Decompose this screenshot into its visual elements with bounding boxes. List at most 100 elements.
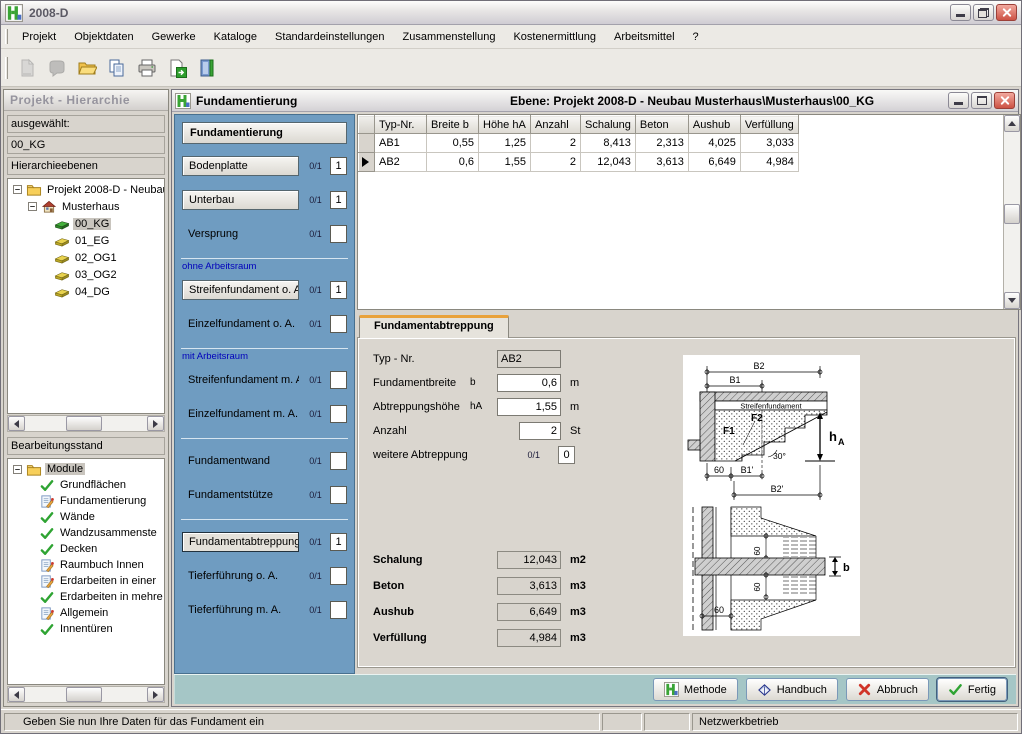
close-button[interactable] bbox=[996, 4, 1017, 21]
module-count-streifenfundament-m-a[interactable] bbox=[330, 371, 347, 389]
module-label-streifenfundament-m-a[interactable]: Streifenfundament m. A. bbox=[182, 374, 299, 386]
scroll-right-button[interactable] bbox=[147, 687, 164, 702]
input-typ-nr[interactable] bbox=[497, 350, 561, 368]
status-tree-hscrollbar[interactable] bbox=[7, 686, 165, 703]
tree-item-projekt-2008-d-neubau[interactable]: Projekt 2008-D - Neubau bbox=[8, 181, 164, 198]
scroll-left-button[interactable] bbox=[8, 416, 25, 431]
hierarchy-tree-hscrollbar[interactable] bbox=[7, 415, 165, 432]
toolbar-print-button[interactable] bbox=[133, 54, 160, 81]
table-vscrollbar[interactable] bbox=[1003, 115, 1020, 309]
inner-close-button[interactable] bbox=[994, 92, 1015, 109]
menu-item-gewerke[interactable]: Gewerke bbox=[143, 27, 205, 47]
module-count-unterbau[interactable]: 1 bbox=[330, 191, 347, 209]
table-row-ab2[interactable]: AB20,61,55212,0433,6136,6494,984 bbox=[359, 153, 799, 172]
inner-minimize-button[interactable] bbox=[948, 92, 969, 109]
input-anzahl[interactable] bbox=[519, 422, 561, 440]
input-abtreppungsh-he[interactable] bbox=[497, 398, 561, 416]
module-count-versprung[interactable] bbox=[330, 225, 347, 243]
tree-item-00-kg[interactable]: 00_KG bbox=[8, 215, 164, 232]
tree-item-02-og1[interactable]: 02_OG1 bbox=[8, 249, 164, 266]
column-header-verf-llung[interactable]: Verfüllung bbox=[740, 116, 798, 134]
module-panel-header[interactable]: Fundamentierung bbox=[182, 122, 347, 144]
methode-button[interactable]: Methode bbox=[653, 678, 738, 701]
tree-item-raumbuch-innen[interactable]: Raumbuch Innen bbox=[8, 557, 164, 573]
module-label-tieferf-hrung-m-a[interactable]: Tieferführung m. A. bbox=[182, 604, 299, 616]
tree-item-w-nde[interactable]: Wände bbox=[8, 509, 164, 525]
column-header-aushub[interactable]: Aushub bbox=[688, 116, 740, 134]
tree-expander-minus-icon[interactable] bbox=[28, 202, 37, 211]
tree-item-03-og2[interactable]: 03_OG2 bbox=[8, 266, 164, 283]
menu-item-zusammenstellung[interactable]: Zusammenstellung bbox=[394, 27, 505, 47]
menu-item-objektdaten[interactable]: Objektdaten bbox=[65, 27, 142, 47]
module-button-bodenplatte[interactable]: Bodenplatte bbox=[182, 156, 299, 176]
tree-item-erdarbeiten-in-einer[interactable]: Erdarbeiten in einer bbox=[8, 573, 164, 589]
column-header-typ-nr[interactable]: Typ-Nr. bbox=[375, 116, 427, 134]
vscroll-thumb[interactable] bbox=[1004, 204, 1020, 224]
module-count-bodenplatte[interactable]: 1 bbox=[330, 157, 347, 175]
hscroll-thumb[interactable] bbox=[66, 687, 102, 702]
menubar-gripper[interactable] bbox=[5, 29, 8, 44]
tree-item-module[interactable]: Module bbox=[8, 461, 164, 477]
tree-item-01-eg[interactable]: 01_EG bbox=[8, 232, 164, 249]
module-label-einzelfundament-o-a[interactable]: Einzelfundament o. A. bbox=[182, 318, 299, 330]
module-button-fundamentabtreppung[interactable]: Fundamentabtreppung bbox=[182, 532, 299, 552]
toolbar-open-folder-button[interactable] bbox=[73, 54, 100, 81]
column-header-breite-b[interactable]: Breite b bbox=[427, 116, 479, 134]
toolbar-exit-button[interactable] bbox=[193, 54, 220, 81]
module-count-einzelfundament-m-a[interactable] bbox=[330, 405, 347, 423]
tree-item-erdarbeiten-in-mehre[interactable]: Erdarbeiten in mehre bbox=[8, 589, 164, 605]
table-row-ab1[interactable]: AB10,551,2528,4132,3134,0253,033 bbox=[359, 134, 799, 153]
inner-maximize-button[interactable] bbox=[971, 92, 992, 109]
scroll-down-button[interactable] bbox=[1004, 292, 1020, 309]
menu-item-help[interactable]: ? bbox=[684, 27, 708, 47]
module-count-streifenfundament-o-a[interactable]: 1 bbox=[330, 281, 347, 299]
module-label-versprung[interactable]: Versprung bbox=[182, 228, 299, 240]
module-label-tieferf-hrung-o-a[interactable]: Tieferführung o. A. bbox=[182, 570, 299, 582]
tree-item-04-dg[interactable]: 04_DG bbox=[8, 283, 164, 300]
tree-item-decken[interactable]: Decken bbox=[8, 541, 164, 557]
column-header-beton[interactable]: Beton bbox=[635, 116, 688, 134]
input-weitere-abtreppung[interactable] bbox=[558, 446, 575, 464]
module-count-fundamentst-tze[interactable] bbox=[330, 486, 347, 504]
abbruch-button[interactable]: Abbruch bbox=[846, 678, 929, 701]
toolbar-gripper[interactable] bbox=[5, 57, 8, 79]
module-label-fundamentst-tze[interactable]: Fundamentstütze bbox=[182, 489, 299, 501]
module-count-fundamentwand[interactable] bbox=[330, 452, 347, 470]
menu-item-arbeitsmittel[interactable]: Arbeitsmittel bbox=[605, 27, 684, 47]
scroll-left-button[interactable] bbox=[8, 687, 25, 702]
tree-item-fundamentierung[interactable]: Fundamentierung bbox=[8, 493, 164, 509]
module-label-fundamentwand[interactable]: Fundamentwand bbox=[182, 455, 299, 467]
fertig-button[interactable]: Fertig bbox=[937, 678, 1007, 701]
tree-item-wandzusammenste[interactable]: Wandzusammenste bbox=[8, 525, 164, 541]
tree-item-innent-ren[interactable]: Innentüren bbox=[8, 621, 164, 637]
input-fundamentbreite[interactable] bbox=[497, 374, 561, 392]
module-count-fundamentabtreppung[interactable]: 1 bbox=[330, 533, 347, 551]
tree-item-allgemein[interactable]: Allgemein bbox=[8, 605, 164, 621]
module-count-tieferf-hrung-o-a[interactable] bbox=[330, 567, 347, 585]
handbuch-button[interactable]: Handbuch bbox=[746, 678, 838, 701]
module-button-streifenfundament-o-a[interactable]: Streifenfundament o. A. bbox=[182, 280, 299, 300]
toolbar-copy-button[interactable] bbox=[103, 54, 130, 81]
menu-item-projekt[interactable]: Projekt bbox=[13, 27, 65, 47]
menu-item-standardeinstellungen[interactable]: Standardeinstellungen bbox=[266, 27, 393, 47]
restore-button[interactable] bbox=[973, 4, 994, 21]
scroll-right-button[interactable] bbox=[147, 416, 164, 431]
column-header-anzahl[interactable]: Anzahl bbox=[531, 116, 581, 134]
module-count-einzelfundament-o-a[interactable] bbox=[330, 315, 347, 333]
scroll-up-button[interactable] bbox=[1004, 115, 1020, 132]
module-button-unterbau[interactable]: Unterbau bbox=[182, 190, 299, 210]
tree-expander-minus-icon[interactable] bbox=[13, 465, 22, 474]
tree-item-grundfl-chen[interactable]: Grundflächen bbox=[8, 477, 164, 493]
module-count-tieferf-hrung-m-a[interactable] bbox=[330, 601, 347, 619]
column-header-schalung[interactable]: Schalung bbox=[581, 116, 636, 134]
tree-item-musterhaus[interactable]: Musterhaus bbox=[8, 198, 164, 215]
minimize-button[interactable] bbox=[950, 4, 971, 21]
toolbar-export-button[interactable] bbox=[163, 54, 190, 81]
column-header-h-he-ha[interactable]: Höhe hA bbox=[479, 116, 531, 134]
module-label-einzelfundament-m-a[interactable]: Einzelfundament m. A. bbox=[182, 408, 299, 420]
tree-expander-minus-icon[interactable] bbox=[13, 185, 22, 194]
menu-item-kostenermittlung[interactable]: Kostenermittlung bbox=[504, 27, 605, 47]
tab-fundamentabtreppung[interactable]: Fundamentabtreppung bbox=[359, 315, 509, 338]
menu-item-kataloge[interactable]: Kataloge bbox=[205, 27, 266, 47]
hscroll-thumb[interactable] bbox=[66, 416, 102, 431]
